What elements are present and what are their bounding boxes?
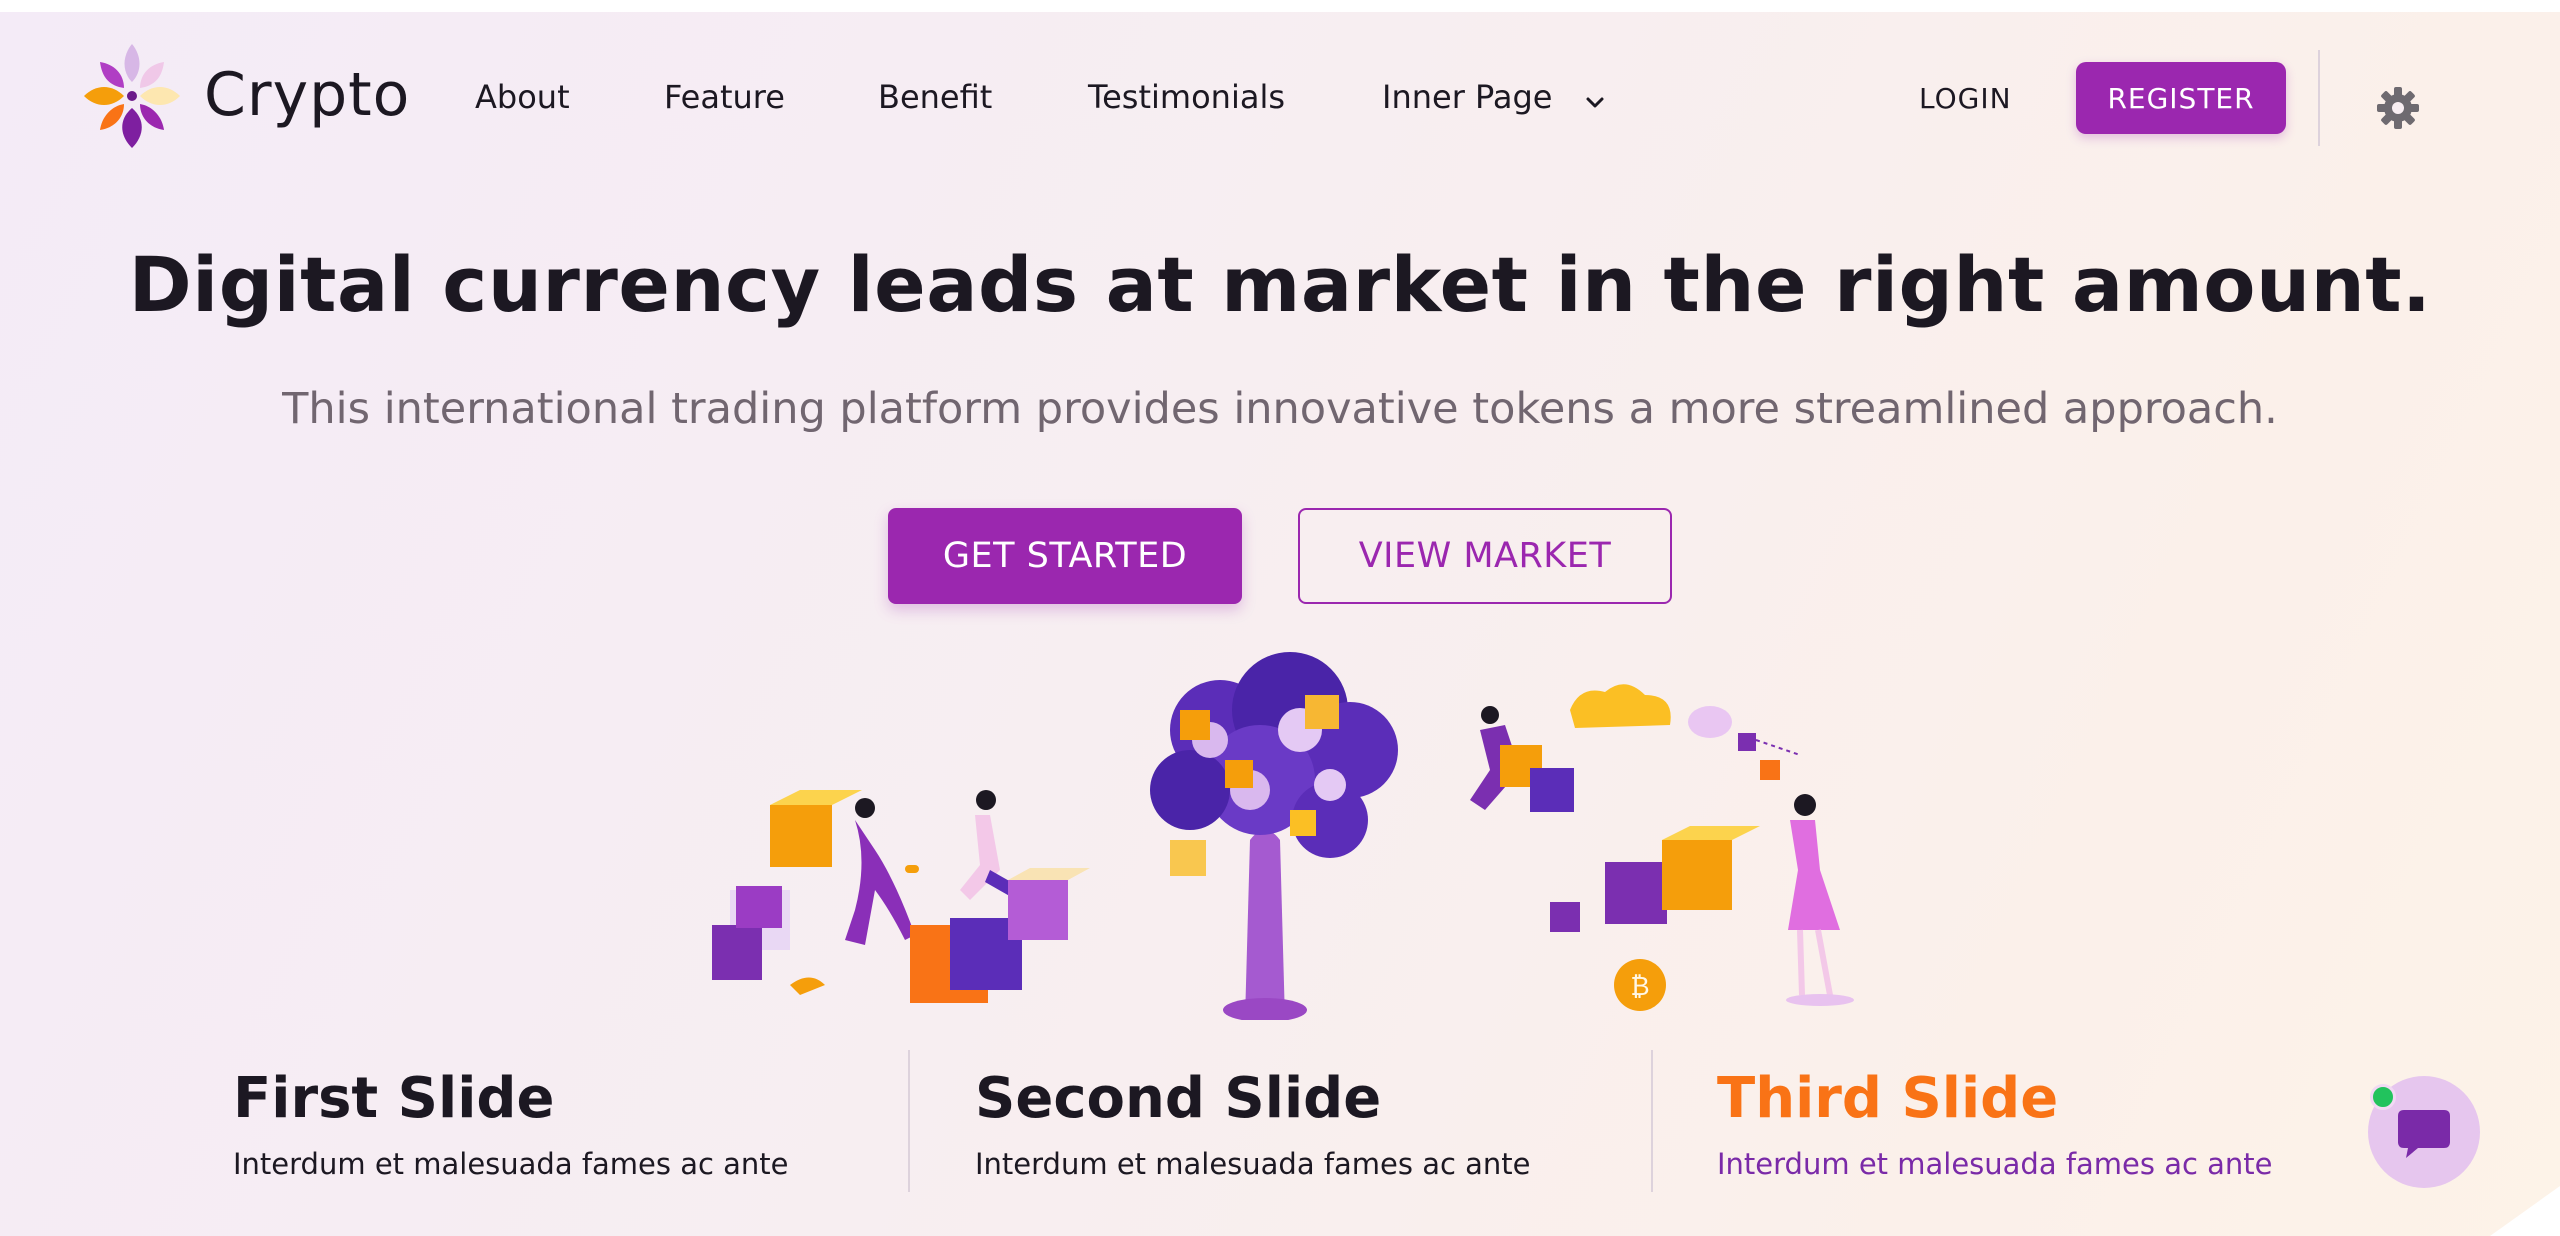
online-status-dot [2370, 1084, 2396, 1110]
corner-decoration [2490, 1186, 2560, 1236]
gear-icon[interactable] [2376, 86, 2420, 130]
hero-illustration: ₿ [712, 652, 1854, 1020]
nav-about[interactable]: About [475, 78, 570, 116]
nav-benefit[interactable]: Benefit [878, 78, 992, 116]
crypto-logo-icon[interactable] [80, 40, 184, 152]
header-divider [2318, 50, 2320, 146]
slide-item-second[interactable]: Second Slide Interdum et malesuada fames… [975, 1066, 1655, 1181]
get-started-button[interactable]: GET STARTED [888, 508, 1242, 604]
login-link[interactable]: LOGIN [1919, 82, 2012, 115]
slide-text: Interdum et malesuada fames ac ante [975, 1147, 1531, 1181]
hero-subline: This international trading platform prov… [282, 384, 2278, 434]
nav-feature[interactable]: Feature [664, 78, 785, 116]
svg-text:₿: ₿ [1630, 972, 1649, 1002]
hero-headline: Digital currency leads at market in the … [128, 240, 2432, 329]
slide-text: Interdum et malesuada fames ac ante [1717, 1147, 2273, 1181]
slide-text: Interdum et malesuada fames ac ante [233, 1147, 789, 1181]
tree-illustration [1150, 652, 1398, 1020]
slide-title: First Slide [233, 1066, 555, 1131]
slide-title: Second Slide [975, 1066, 1382, 1131]
top-strip [0, 0, 2560, 12]
nav-inner-page[interactable]: Inner Page [1382, 78, 1552, 116]
chevron-down-icon[interactable] [1584, 92, 1606, 114]
slide-item-first[interactable]: First Slide Interdum et malesuada fames … [233, 1066, 913, 1181]
chat-bubble-icon [2398, 1110, 2450, 1158]
register-button[interactable]: REGISTER [2076, 62, 2286, 134]
right-people-illustration: ₿ [1470, 684, 1854, 1011]
slide-divider [908, 1050, 910, 1192]
slide-item-third-active[interactable]: Third Slide Interdum et malesuada fames … [1717, 1066, 2397, 1181]
left-people-illustration [712, 790, 1090, 1003]
brand-name[interactable]: Crypto [204, 60, 410, 130]
nav-testimonials[interactable]: Testimonials [1088, 78, 1285, 116]
view-market-button[interactable]: VIEW MARKET [1298, 508, 1672, 604]
slide-divider [1651, 1050, 1653, 1192]
site-header: Crypto About Feature Benefit Testimonial… [0, 12, 2560, 184]
slide-title: Third Slide [1717, 1066, 2059, 1131]
